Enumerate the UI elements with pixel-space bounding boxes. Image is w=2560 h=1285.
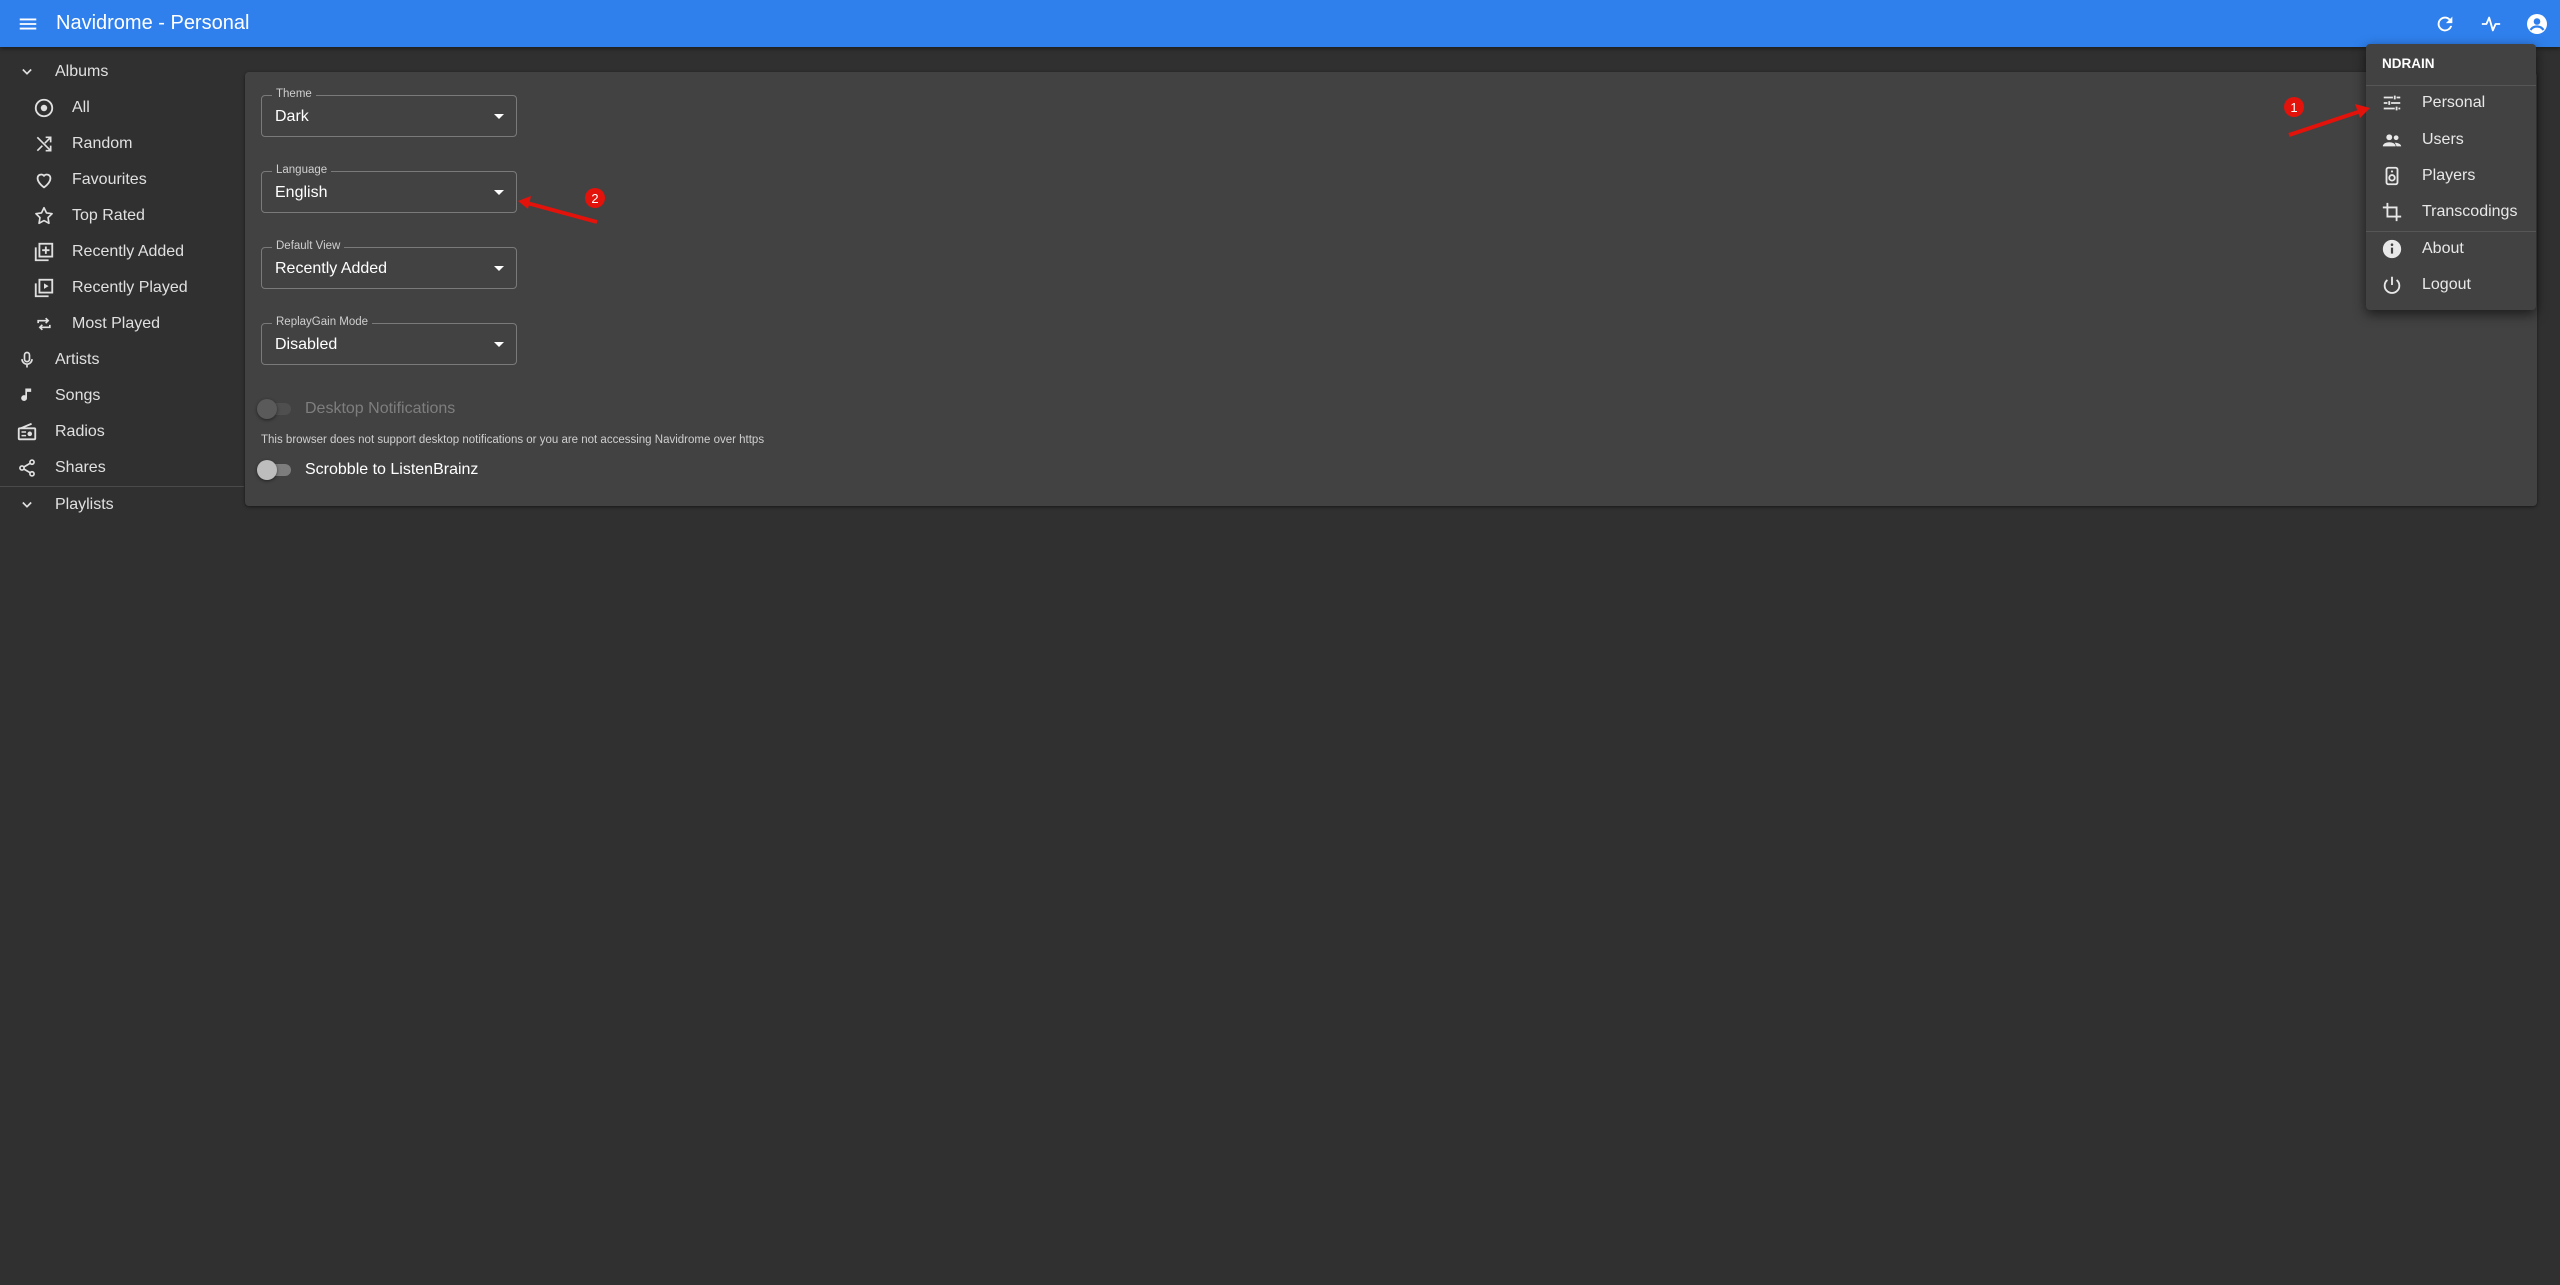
annotation-arrows <box>518 104 2370 224</box>
annotation-badge-2: 2 <box>585 188 605 208</box>
annotation-badge-1: 1 <box>2284 97 2304 117</box>
